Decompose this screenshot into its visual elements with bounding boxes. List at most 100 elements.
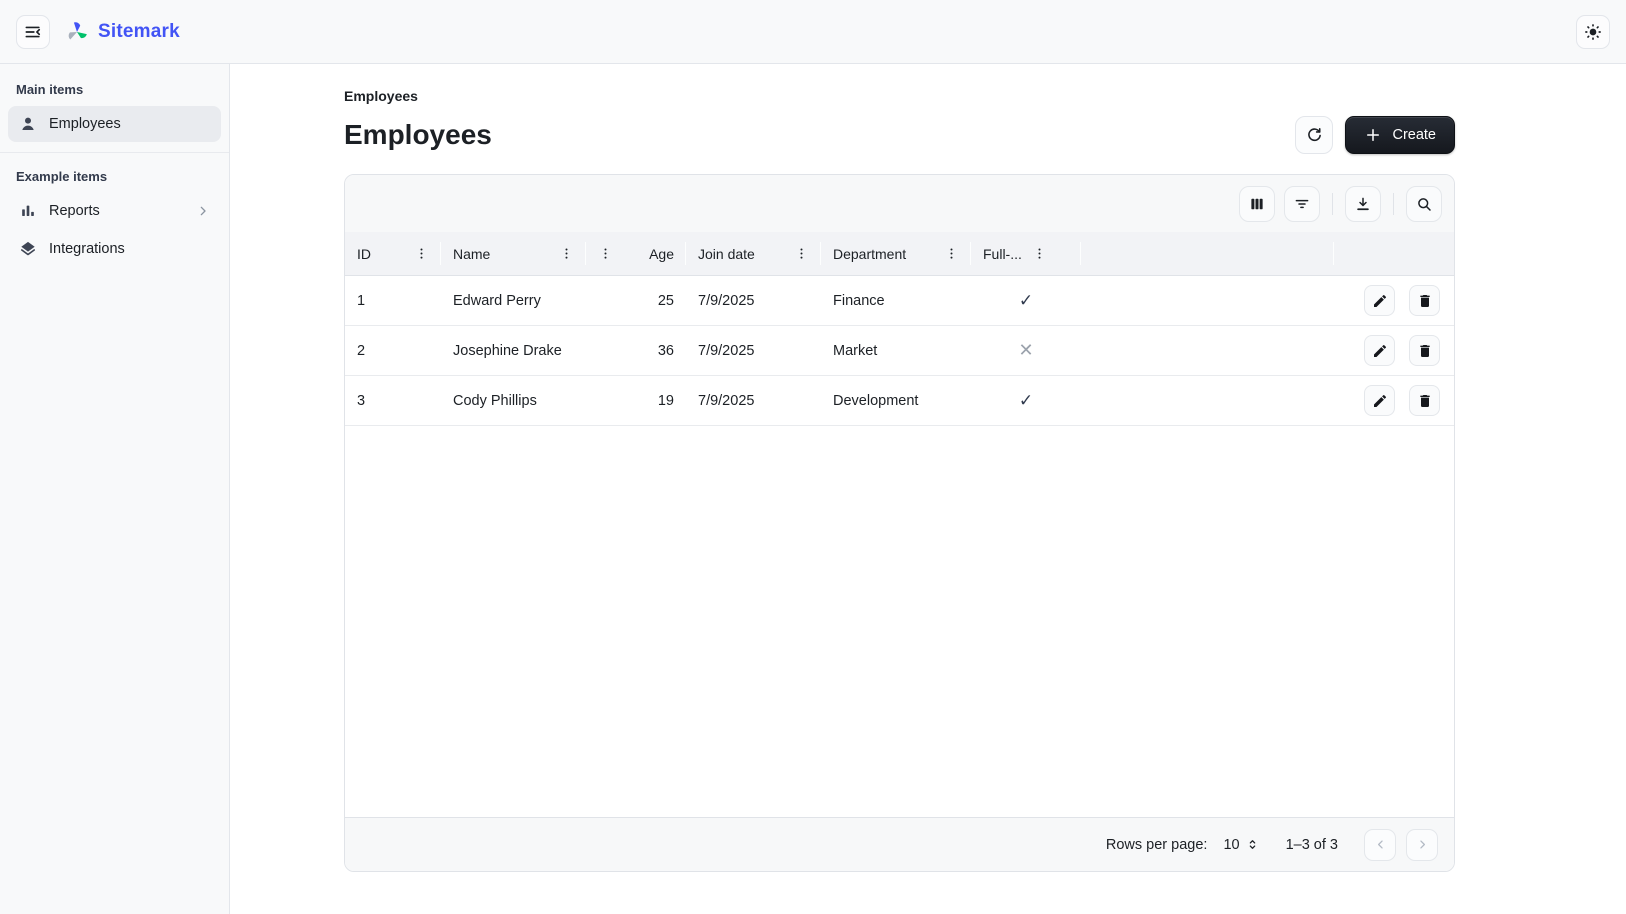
sidebar-item-integrations[interactable]: Integrations	[8, 231, 221, 267]
search-button[interactable]	[1406, 186, 1442, 222]
sidebar-item-label: Integrations	[49, 241, 125, 257]
cell-age: 25	[586, 276, 686, 325]
edit-button[interactable]	[1364, 335, 1395, 366]
close-icon: ✕	[1018, 340, 1033, 361]
brand[interactable]: Sitemark	[64, 19, 180, 45]
grid-empty-area	[345, 426, 1454, 817]
rows-per-page-value: 10	[1223, 837, 1239, 853]
brand-name: Sitemark	[98, 21, 180, 43]
cell-name: Cody Phillips	[441, 376, 586, 425]
column-header-name[interactable]: Name	[441, 232, 586, 275]
cell-department: Market	[821, 326, 971, 375]
column-menu-icon[interactable]	[794, 246, 809, 261]
column-header-id[interactable]: ID	[345, 232, 441, 275]
column-header-join-date[interactable]: Join date	[686, 232, 821, 275]
edit-button[interactable]	[1364, 385, 1395, 416]
create-button[interactable]: Create	[1345, 116, 1455, 154]
cell-name: Josephine Drake	[441, 326, 586, 375]
sidebar-item-reports[interactable]: Reports	[8, 193, 221, 229]
page-title: Employees	[344, 119, 492, 151]
column-header-label: Join date	[698, 246, 755, 262]
create-button-label: Create	[1392, 127, 1436, 143]
sidebar-section-main-items: Main items	[0, 74, 229, 104]
sidebar-collapse-button[interactable]	[16, 15, 50, 49]
columns-icon	[1248, 195, 1266, 213]
previous-page-button[interactable]	[1364, 829, 1396, 861]
delete-button[interactable]	[1409, 335, 1440, 366]
column-menu-icon[interactable]	[1032, 246, 1047, 261]
cell-filler	[1081, 326, 1334, 375]
bar-chart-icon	[18, 201, 38, 221]
column-header-label: Name	[453, 246, 490, 262]
select-arrows-icon	[1245, 837, 1260, 852]
column-header-label: Age	[649, 246, 674, 262]
cell-join-date: 7/9/2025	[686, 326, 821, 375]
cell-filler	[1081, 376, 1334, 425]
sidebar-item-label: Reports	[49, 203, 100, 219]
table-row[interactable]: 1 Edward Perry 25 7/9/2025 Finance ✓	[345, 276, 1454, 326]
rows-per-page-select[interactable]: 10	[1223, 837, 1259, 853]
column-menu-icon[interactable]	[944, 246, 959, 261]
column-header-full-time[interactable]: Full-...	[971, 232, 1081, 275]
column-header-label: Full-...	[983, 246, 1022, 262]
export-button[interactable]	[1345, 186, 1381, 222]
filter-button[interactable]	[1284, 186, 1320, 222]
breadcrumb[interactable]: Employees	[344, 88, 1455, 104]
cell-id: 2	[345, 326, 441, 375]
cell-department: Finance	[821, 276, 971, 325]
cell-id: 1	[345, 276, 441, 325]
column-header-label: Department	[833, 246, 906, 262]
sitemark-logo-icon	[64, 19, 90, 45]
title-row: Employees	[344, 116, 1455, 154]
refresh-icon	[1305, 126, 1324, 145]
menu-open-icon	[23, 22, 43, 42]
column-menu-icon[interactable]	[598, 246, 613, 261]
next-page-button[interactable]	[1406, 829, 1438, 861]
chevron-right-icon	[1415, 837, 1430, 852]
sidebar-item-employees[interactable]: Employees	[8, 106, 221, 142]
cell-name: Edward Perry	[441, 276, 586, 325]
cell-age: 36	[586, 326, 686, 375]
layers-icon	[18, 239, 38, 259]
chevron-left-icon	[1373, 837, 1388, 852]
sun-icon	[1583, 22, 1603, 42]
delete-button[interactable]	[1409, 385, 1440, 416]
sidebar: Main items Employees Example items	[0, 64, 230, 914]
grid-toolbar	[345, 175, 1454, 232]
edit-pencil-icon	[1372, 343, 1388, 359]
cell-full-time: ✓	[971, 376, 1081, 425]
table-row[interactable]: 2 Josephine Drake 36 7/9/2025 Market ✕	[345, 326, 1454, 376]
cell-actions	[1334, 276, 1454, 325]
filter-icon	[1293, 195, 1311, 213]
download-icon	[1354, 195, 1372, 213]
column-header-filler	[1081, 232, 1334, 275]
cell-id: 3	[345, 376, 441, 425]
delete-button[interactable]	[1409, 285, 1440, 316]
delete-trash-icon	[1417, 293, 1433, 309]
column-header-department[interactable]: Department	[821, 232, 971, 275]
cell-age: 19	[586, 376, 686, 425]
delete-trash-icon	[1417, 343, 1433, 359]
delete-trash-icon	[1417, 393, 1433, 409]
column-menu-icon[interactable]	[414, 246, 429, 261]
cell-department: Development	[821, 376, 971, 425]
cell-filler	[1081, 276, 1334, 325]
edit-button[interactable]	[1364, 285, 1395, 316]
theme-toggle-button[interactable]	[1576, 15, 1610, 49]
column-header-label: ID	[357, 246, 371, 262]
edit-pencil-icon	[1372, 293, 1388, 309]
cell-full-time: ✓	[971, 276, 1081, 325]
table-row[interactable]: 3 Cody Phillips 19 7/9/2025 Development …	[345, 376, 1454, 426]
refresh-button[interactable]	[1295, 116, 1333, 154]
toolbar-divider	[1393, 193, 1394, 215]
rows-per-page-label: Rows per page:	[1106, 837, 1208, 853]
column-header-age[interactable]: Age	[586, 232, 686, 275]
columns-button[interactable]	[1239, 186, 1275, 222]
cell-actions	[1334, 326, 1454, 375]
chevron-right-icon	[195, 203, 211, 219]
data-grid: ID Name	[344, 174, 1455, 872]
sidebar-section-example-items: Example items	[0, 161, 229, 191]
column-header-actions	[1334, 232, 1454, 275]
column-menu-icon[interactable]	[559, 246, 574, 261]
cell-actions	[1334, 376, 1454, 425]
